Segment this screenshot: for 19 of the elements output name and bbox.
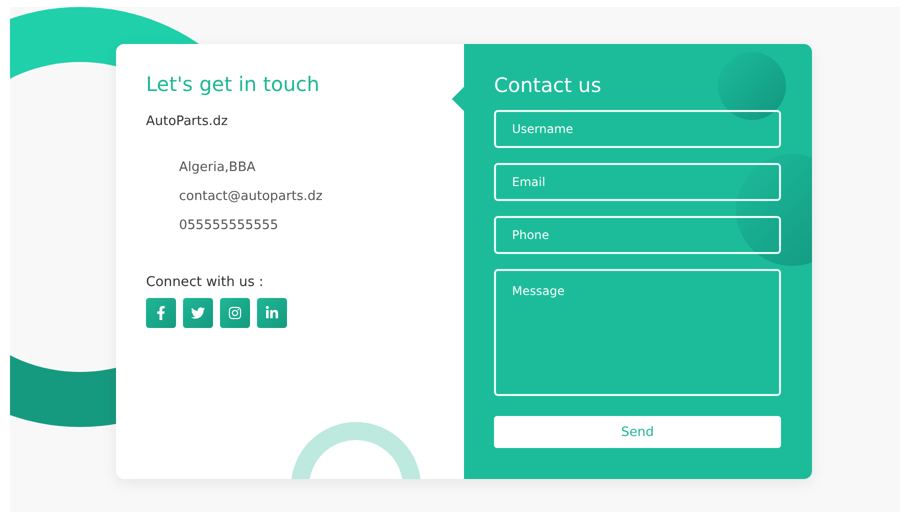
- section-title: Let's get in touch: [146, 72, 320, 96]
- contact-detail: Algeria,BBA: [179, 159, 257, 176]
- input-field[interactable]: Phone: [494, 216, 781, 254]
- form-title: Contact us: [494, 72, 602, 98]
- twitter-button[interactable]: [183, 298, 213, 328]
- instagram-button[interactable]: [220, 298, 250, 328]
- send-button[interactable]: Send: [494, 416, 781, 448]
- brand-name: AutoParts.dz: [146, 114, 229, 129]
- input-field[interactable]: Username: [494, 110, 781, 148]
- message-field[interactable]: Message: [494, 269, 781, 396]
- connect-label: Connect with us :: [146, 274, 264, 290]
- instagram-icon: [228, 306, 242, 320]
- contact-detail: contact@autoparts.dz: [179, 188, 324, 205]
- linkedin-icon: [265, 306, 279, 320]
- twitter-icon: [191, 306, 205, 320]
- facebook-button[interactable]: [146, 298, 176, 328]
- linkedin-button[interactable]: [257, 298, 287, 328]
- contact-detail: 055555555555: [179, 217, 280, 234]
- input-field[interactable]: Email: [494, 163, 781, 201]
